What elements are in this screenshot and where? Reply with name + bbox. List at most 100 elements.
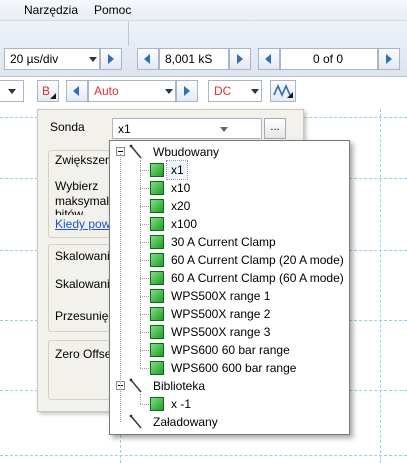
probe-option[interactable]: WPS500X range 3 (140, 323, 347, 341)
probe-option[interactable]: 60 A Current Clamp (20 A mode) (140, 251, 347, 269)
tree-group-2[interactable]: Załadowany (110, 413, 349, 431)
arrow-left-icon (144, 54, 150, 64)
arrow-right-icon (184, 86, 190, 96)
range-next-button[interactable] (176, 80, 198, 102)
tree-connector (140, 296, 149, 297)
probe-icon (128, 378, 142, 393)
chevron-down-icon (251, 89, 259, 94)
probe-item-icon (150, 217, 164, 231)
samples-value: 8,001 kS (165, 52, 213, 66)
probe-dropdown: Wbudowany x1 x10 x20 x100 30 A Current Clamp 6… (109, 140, 350, 435)
probe-option-label: x20 (171, 199, 191, 213)
tree-connector (140, 368, 149, 369)
samples-next-button[interactable] (229, 48, 251, 70)
probe-item-icon (150, 343, 164, 357)
probe-item-icon (150, 361, 164, 375)
probe-option[interactable]: x1 (140, 160, 188, 180)
probe-item-icon (150, 235, 164, 249)
waveform-icon (273, 84, 293, 98)
probe-icon (128, 414, 142, 429)
range-select[interactable]: Auto (88, 80, 176, 102)
tree-connector (140, 394, 141, 404)
channel-options-button[interactable] (270, 80, 296, 102)
menu-bar: Narzędzia Pomoc (0, 0, 407, 21)
probe-value: x1 (118, 122, 131, 136)
menu-pomoc[interactable]: Pomoc (94, 3, 131, 17)
probe-option[interactable]: 60 A Current Clamp (60 A mode) (140, 269, 347, 287)
menu-narzedzia[interactable]: Narzędzia (24, 3, 78, 17)
probe-option[interactable]: WPS600 60 bar range (140, 341, 347, 359)
probe-option[interactable]: WPS600 600 bar range (140, 359, 347, 377)
probe-option-label: x10 (171, 181, 191, 195)
arrow-right-icon (108, 54, 114, 64)
coupling-value: DC (214, 84, 232, 98)
chevron-down-icon (220, 127, 228, 132)
probe-option-label: x100 (171, 217, 198, 231)
tree-group-label: Wbudowany (153, 145, 220, 159)
tree-connector (140, 332, 149, 333)
help-text: maksymal (55, 194, 110, 208)
arrow-right-icon (386, 54, 392, 64)
tree-group-1[interactable]: Biblioteka (110, 377, 349, 395)
probe-item-icon (150, 271, 164, 285)
capture-next-button[interactable] (378, 48, 400, 70)
probe-option-label: WPS600 60 bar range (171, 343, 290, 357)
chevron-down-icon (165, 89, 173, 94)
probe-item-icon (150, 163, 164, 177)
tree-group-0[interactable]: Wbudowany (110, 143, 349, 161)
probe-option[interactable]: x -1 (140, 395, 347, 413)
group-title: Zwiększeni (55, 153, 115, 167)
probe-option-label: WPS500X range 3 (171, 325, 271, 339)
probe-browse-button[interactable]: ... (264, 118, 286, 139)
channel-a-range-tail[interactable] (0, 80, 24, 102)
probe-item-icon (150, 325, 164, 339)
group-title: Zero Offset (55, 347, 115, 361)
tree-connector (140, 170, 149, 171)
probe-option-label: WPS600 600 bar range (171, 361, 297, 375)
probe-option[interactable]: WPS500X range 2 (140, 305, 347, 323)
probe-option-label: 30 A Current Clamp (171, 235, 276, 249)
grid-line (380, 109, 381, 463)
scaling-label: Skalowanie (55, 277, 117, 291)
probe-option[interactable]: x100 (140, 215, 347, 233)
samples-select[interactable]: 8,001 kS (159, 48, 229, 70)
range-prev-button[interactable] (66, 80, 88, 102)
channel-b-button[interactable]: B (37, 80, 59, 102)
coupling-select[interactable]: DC (208, 80, 262, 102)
probe-label: Sonda (50, 120, 85, 134)
timebase-select[interactable]: 20 µs/div (4, 48, 100, 70)
grid-line (0, 455, 407, 456)
group-title: Skalowanie (55, 249, 117, 263)
probe-option[interactable]: x10 (140, 179, 347, 197)
probe-option[interactable]: WPS500X range 1 (140, 287, 347, 305)
arrow-right-icon (237, 54, 243, 64)
tree-connector (140, 278, 149, 279)
help-text: bitów (55, 207, 84, 215)
capture-counter[interactable]: 0 of 0 (280, 48, 378, 70)
probe-item-icon (150, 199, 164, 213)
tree-connector (140, 188, 149, 189)
probe-item-icon (150, 307, 164, 321)
help-link[interactable]: Kiedy pow (55, 217, 110, 231)
probe-option-label: WPS500X range 2 (171, 307, 271, 321)
toolbar-separator (128, 21, 129, 46)
capture-prev-button[interactable] (258, 48, 280, 70)
probe-option[interactable]: x20 (140, 197, 347, 215)
tree-connector (140, 206, 149, 207)
tree-connector (140, 242, 149, 243)
capture-value: 0 of 0 (313, 52, 344, 66)
tree-connector (140, 224, 149, 225)
probe-option[interactable]: 30 A Current Clamp (140, 233, 347, 251)
timebase-value: 20 µs/div (10, 52, 59, 66)
tree-connector (120, 154, 121, 422)
probe-item-icon (150, 289, 164, 303)
timebase-next-button[interactable] (100, 48, 122, 70)
probe-select[interactable]: x1 (112, 118, 262, 139)
probe-option-label: x1 (171, 163, 184, 177)
channel-b-label: B (42, 84, 51, 98)
arrow-left-icon (73, 86, 79, 96)
chevron-down-icon (8, 89, 16, 94)
samples-prev-button[interactable] (137, 48, 159, 70)
tree-connector (140, 260, 149, 261)
probe-icon (128, 144, 142, 159)
